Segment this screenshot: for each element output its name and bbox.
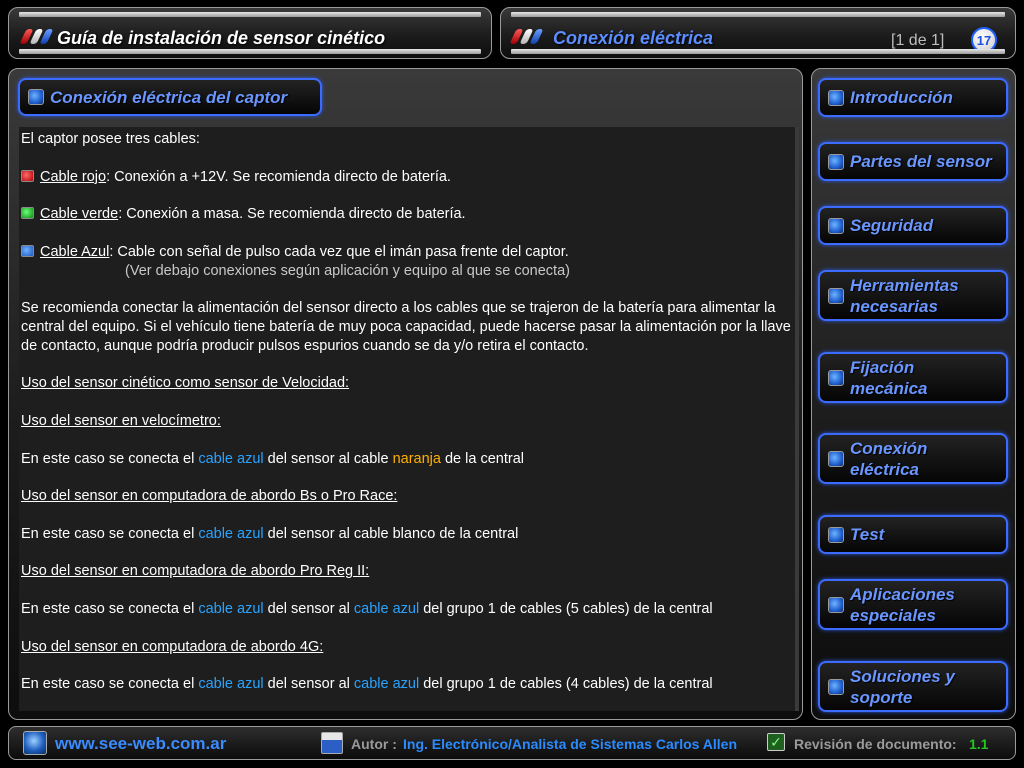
header-bar-top xyxy=(511,12,1005,17)
blue-led-icon xyxy=(828,678,844,695)
blue-led-icon xyxy=(828,450,844,467)
brand-stripes-icon xyxy=(509,26,544,46)
power-paragraph: Se recomienda conectar la alimentación d… xyxy=(21,300,791,354)
red-square-icon xyxy=(21,169,34,182)
revision-value: 1.1 xyxy=(969,736,989,752)
cable-red-desc: : Conexión a +12V. Se recomienda directo… xyxy=(106,168,451,185)
line-bs-pro-race: En este caso se conecta el cable azul de… xyxy=(21,525,519,542)
nav-aplicaciones-especiales[interactable]: Aplicaciones especiales xyxy=(818,579,1008,630)
line-velocimeter: En este caso se conecta el cable azul de… xyxy=(21,450,524,467)
heading-4g: Uso del sensor en computadora de abordo … xyxy=(21,638,324,655)
cable-blue-desc: : Cable con señal de pulso cada vez que … xyxy=(109,243,569,260)
header-bar-bottom xyxy=(19,49,481,54)
blue-led-icon xyxy=(828,153,844,170)
connection-note: (Ver debajo conexiones según aplicación … xyxy=(125,262,570,279)
save-icon xyxy=(321,732,343,754)
heading-bs-pro-race: Uso del sensor en computadora de abordo … xyxy=(21,488,398,505)
blue-led-icon xyxy=(828,217,844,234)
blue-led-icon xyxy=(28,89,44,105)
header-bar-top xyxy=(19,12,481,17)
blue-square-icon xyxy=(21,244,34,257)
nav-introduccion[interactable]: Introducción xyxy=(818,78,1008,117)
blue-led-icon xyxy=(828,287,844,304)
blue-led-icon xyxy=(828,526,844,543)
heading-velocimeter: Uso del sensor en velocímetro: xyxy=(21,412,221,429)
cable-red-name: Cable rojo xyxy=(40,168,107,185)
header-right-panel: Conexión eléctrica [1 de 1] 17 xyxy=(500,7,1016,59)
content-area: El captor posee tres cables: Cable rojo:… xyxy=(19,127,795,711)
brand-stripes-icon xyxy=(19,26,54,46)
cable-blue-name: Cable Azul xyxy=(40,243,110,260)
guide-title: Guía de instalación de sensor cinético xyxy=(57,28,386,48)
globe-icon xyxy=(23,731,47,755)
heading-speed-sensor: Uso del sensor cinético como sensor de V… xyxy=(21,375,350,392)
section-title-button: Conexión eléctrica del captor xyxy=(18,78,322,116)
intro-text: El captor posee tres cables: xyxy=(21,131,200,147)
nav-seguridad[interactable]: Seguridad xyxy=(818,206,1008,245)
line-4g: En este caso se conecta el cable azul de… xyxy=(21,676,713,693)
nav-herramientas-necesarias[interactable]: Herramientas necesarias xyxy=(818,270,1008,321)
line-pro-reg-ii: En este caso se conecta el cable azul de… xyxy=(21,600,713,617)
revision-label: Revisión de documento: xyxy=(794,736,957,752)
header-bar-bottom xyxy=(511,49,1005,54)
blue-led-icon xyxy=(828,596,844,613)
cable-green-line: Cable verde: Conexión a masa. Se recomie… xyxy=(21,205,793,224)
footer-bar: www.see-web.com.ar Autor : Ing. Electrón… xyxy=(8,726,1016,760)
green-square-icon xyxy=(21,207,34,220)
header-left-panel: Guía de instalación de sensor cinético xyxy=(8,7,492,59)
slide-title: Conexión eléctrica xyxy=(553,28,714,48)
nav-soluciones-y-soporte[interactable]: Soluciones y soporte xyxy=(818,661,1008,712)
website-link[interactable]: www.see-web.com.ar xyxy=(55,734,226,754)
cable-green-desc: : Conexión a masa. Se recomienda directo… xyxy=(118,206,466,223)
blue-led-icon xyxy=(828,369,844,386)
blue-led-icon xyxy=(828,89,844,106)
author-name: Ing. Electrónico/Analista de Sistemas Ca… xyxy=(403,736,738,752)
cable-green-name: Cable verde xyxy=(40,206,119,223)
cable-red-line: Cable rojo: Conexión a +12V. Se recomien… xyxy=(21,168,793,187)
heading-pro-reg-ii: Uso del sensor en computadora de abordo … xyxy=(21,563,370,580)
checkmark-icon: ✓ xyxy=(767,733,785,751)
author-label: Autor : xyxy=(351,736,397,752)
page-count: [1 de 1] xyxy=(891,32,945,49)
nav-fijacion-mecanica[interactable]: Fijación mecánica xyxy=(818,352,1008,403)
nav-conexion-electrica[interactable]: Conexión eléctrica xyxy=(818,433,1008,484)
nav-partes-del-sensor[interactable]: Partes del sensor xyxy=(818,142,1008,181)
section-title: Conexión eléctrica del captor xyxy=(50,87,288,107)
nav-test[interactable]: Test xyxy=(818,515,1008,554)
cable-blue-line: Cable Azul: Cable con señal de pulso cad… xyxy=(21,243,793,262)
content-scrollbar[interactable] xyxy=(795,127,799,711)
